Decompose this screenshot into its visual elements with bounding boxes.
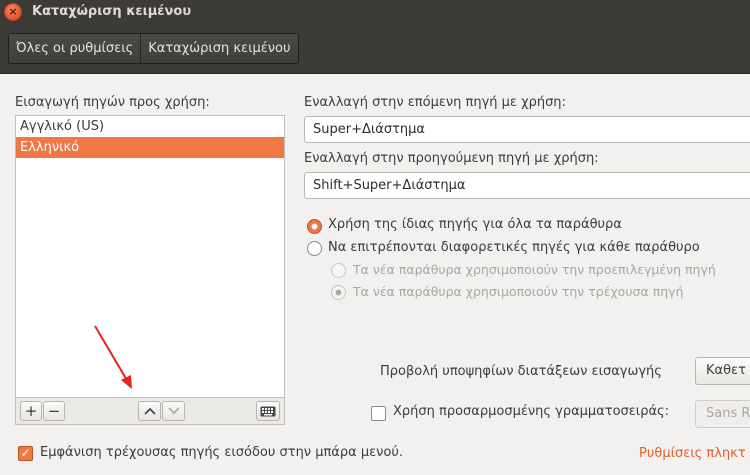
window-titlebar: × Καταχώριση κειμένου <box>0 0 750 25</box>
different-sources-label[interactable]: Να επιτρέπονται διαφορετικές πηγές για κ… <box>328 240 700 255</box>
different-sources-radio[interactable] <box>307 241 322 256</box>
list-item-english-us[interactable]: Αγγλικό (US) <box>16 116 284 137</box>
keyboard-settings-link[interactable]: Ρυθμίσεις πληκτ <box>639 446 746 461</box>
move-down-button[interactable] <box>162 401 185 421</box>
custom-font-label[interactable]: Χρήση προσαρμοσμένης γραμματοσειράς: <box>393 404 669 419</box>
text-entry-breadcrumb[interactable]: Καταχώριση κειμένου <box>140 34 297 63</box>
same-source-label[interactable]: Χρήση της ίδιας πηγής για όλα τα παράθυρ… <box>328 217 622 232</box>
all-settings-button[interactable]: Όλες οι ρυθμίσεις <box>9 34 140 63</box>
chevron-up-icon <box>143 407 156 415</box>
new-windows-current-label[interactable]: Τα νέα παράθυρα χρησιμοποιούν την τρέχου… <box>353 284 683 299</box>
annotation-arrow <box>94 325 132 389</box>
keyboard-icon <box>260 406 276 416</box>
new-windows-default-label[interactable]: Τα νέα παράθυρα χρησιμοποιούν την προεπι… <box>353 262 716 277</box>
show-in-menubar-checkbox[interactable]: ✓ <box>18 446 33 461</box>
remove-source-button[interactable]: − <box>43 401 65 421</box>
next-source-label: Εναλλαγή στην επόμενη πηγή με χρήση: <box>304 95 566 110</box>
previous-source-shortcut-field[interactable]: Shift+Super+Διάστημα <box>304 172 750 199</box>
input-candidates-dropdown[interactable]: Καθετ <box>695 357 750 385</box>
custom-font-button[interactable]: Sans R <box>695 400 750 428</box>
custom-font-checkbox[interactable] <box>371 406 386 421</box>
close-window-button[interactable]: × <box>4 3 22 21</box>
header-toolbar: Όλες οι ρυθμίσεις Καταχώριση κειμένου <box>0 25 750 74</box>
new-windows-current-radio[interactable] <box>331 285 346 300</box>
new-windows-default-radio[interactable] <box>331 263 346 278</box>
show-in-menubar-label[interactable]: Εμφάνιση τρέχουσας πηγής εισόδου στην μπ… <box>40 445 403 460</box>
next-source-shortcut-field[interactable]: Super+Διάστημα <box>304 116 750 143</box>
breadcrumb: Όλες οι ρυθμίσεις Καταχώριση κειμένου <box>8 33 299 64</box>
input-candidates-label: Προβολή υποψηφίων διατάξεων εισαγωγής <box>380 364 662 379</box>
sources-list-toolbar: + − <box>15 397 285 425</box>
chevron-down-icon <box>167 407 180 415</box>
previous-source-label: Εναλλαγή στην προηγούμενη πηγή με χρήση: <box>304 151 599 166</box>
list-item-greek[interactable]: Ελληνικό <box>16 137 284 158</box>
input-sources-label: Εισαγωγή πηγών προς χρήση: <box>15 95 210 110</box>
input-sources-list[interactable]: Αγγλικό (US) Ελληνικό <box>15 115 285 398</box>
window-title: Καταχώριση κειμένου <box>32 4 192 19</box>
add-source-button[interactable]: + <box>20 401 42 421</box>
same-source-radio[interactable] <box>307 219 322 234</box>
move-up-button[interactable] <box>138 401 161 421</box>
keyboard-layout-button[interactable] <box>256 401 280 421</box>
